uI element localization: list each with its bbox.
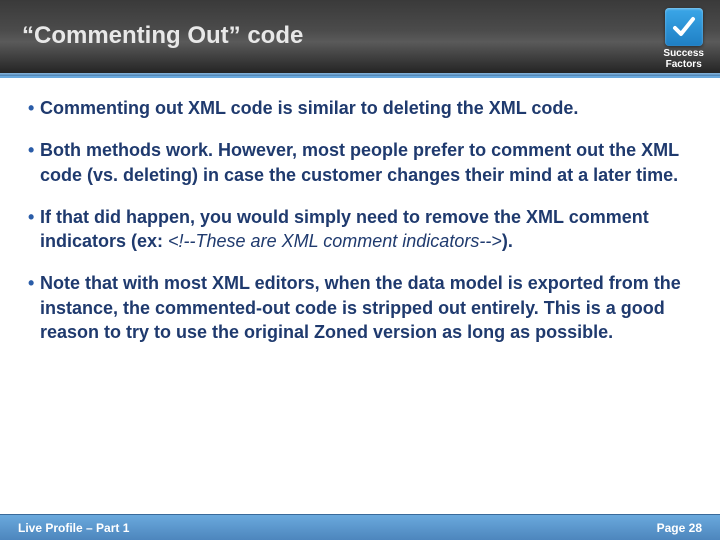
brand-text-line2: Factors (666, 59, 702, 70)
brand-text-line1: Success (663, 48, 704, 59)
header-accent-line (0, 73, 720, 76)
slide-footer: Live Profile – Part 1 Page 28 (0, 514, 720, 540)
bullet-1: Commenting out XML code is similar to de… (28, 96, 692, 120)
bullet-3-italic: <!--These are XML comment indicators--> (168, 231, 502, 251)
bullet-4: Note that with most XML editors, when th… (28, 271, 692, 344)
brand-logo: Success Factors (663, 8, 704, 70)
bullet-2: Both methods work. However, most people … (28, 138, 692, 187)
successfactors-icon (665, 8, 703, 46)
bullet-3-post: ). (502, 231, 513, 251)
slide-title: “Commenting Out” code (0, 0, 720, 50)
brand-text: Success Factors (663, 48, 704, 70)
slide-content: Commenting out XML code is similar to de… (0, 78, 720, 344)
footer-left-text: Live Profile – Part 1 (18, 521, 129, 535)
footer-page-number: Page 28 (657, 521, 702, 535)
bullet-3: If that did happen, you would simply nee… (28, 205, 692, 254)
slide-header: “Commenting Out” code Success Factors (0, 0, 720, 78)
